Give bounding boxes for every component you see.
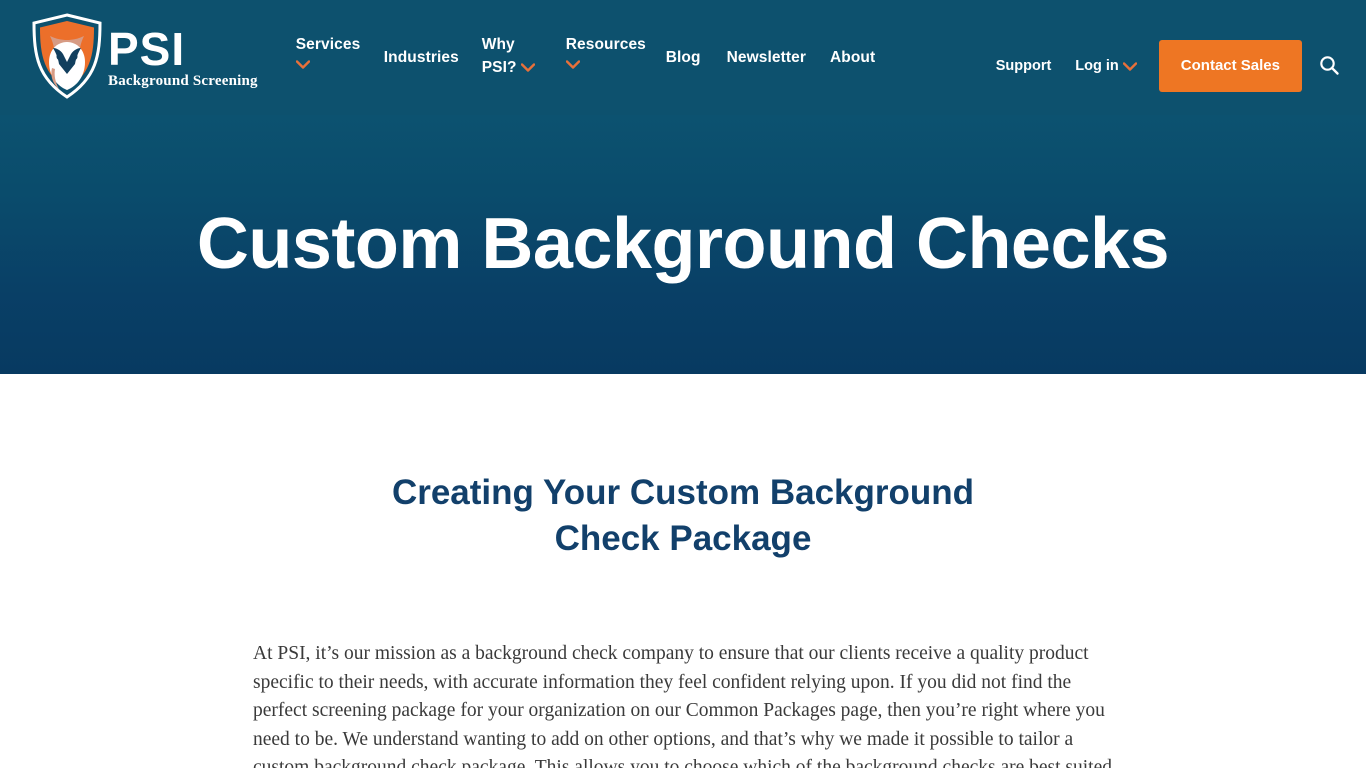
search-button[interactable] — [1316, 53, 1342, 79]
nav-item-blog-label: Blog — [665, 49, 701, 66]
section-heading: Creating Your Custom Background Check Pa… — [391, 473, 975, 558]
support-link-label: Support — [995, 58, 1052, 74]
nav-item-newsletter[interactable]: Newsletter — [727, 46, 806, 69]
chevron-down-icon — [565, 60, 644, 69]
logo-name: PSI — [108, 22, 186, 75]
nav-item-industries-label: Industries — [383, 49, 459, 66]
nav-item-blog[interactable]: Blog — [666, 46, 701, 69]
nav-item-resources[interactable]: Resources — [565, 33, 646, 69]
nav-item-resources-label: Resources — [565, 36, 646, 53]
login-menu[interactable]: Log in — [1075, 58, 1137, 74]
intro-paragraph: At PSI, it’s our mission as a background… — [253, 643, 1113, 768]
nav-item-about[interactable]: About — [830, 46, 875, 69]
nav-item-about-label: About — [829, 49, 876, 66]
main-navigation: Services Industries Why PSI? Resources B… — [295, 33, 876, 79]
logo-wordmark: PSI Background Screening — [108, 26, 258, 89]
nav-item-why-psi[interactable]: Why PSI? — [482, 33, 540, 79]
utility-navigation: Support Log in Contact Sales — [996, 40, 1342, 92]
logo-tagline: Background Screening — [108, 72, 258, 89]
chevron-down-icon — [520, 63, 535, 73]
chevron-down-icon — [295, 60, 358, 69]
search-icon — [1318, 54, 1340, 79]
login-menu-label: Log in — [1075, 58, 1119, 74]
nav-item-industries[interactable]: Industries — [384, 46, 460, 69]
nav-item-services-label: Services — [295, 36, 361, 53]
page-title: Custom Background Checks — [196, 204, 1170, 284]
main-content: Creating Your Custom Background Check Pa… — [0, 374, 1366, 768]
hero-banner: Custom Background Checks — [0, 114, 1366, 374]
support-link[interactable]: Support — [996, 58, 1052, 74]
logo-link[interactable]: PSI Background Screening — [28, 12, 258, 100]
chevron-down-icon — [1122, 61, 1137, 71]
owl-shield-logo-icon — [28, 12, 106, 100]
nav-item-why-psi-label: Why PSI? — [481, 36, 517, 76]
contact-sales-button[interactable]: Contact Sales — [1158, 40, 1302, 92]
nav-item-newsletter-label: Newsletter — [726, 49, 806, 66]
site-header: PSI Background Screening Services Indust… — [0, 0, 1366, 115]
nav-item-services[interactable]: Services — [295, 33, 361, 69]
